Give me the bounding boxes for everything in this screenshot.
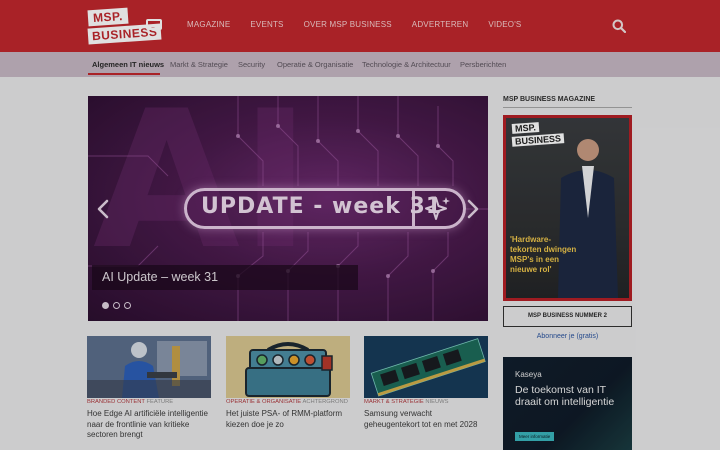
magazine-logo-line-1: MSP.: [511, 122, 540, 134]
slider-dot-3[interactable]: [124, 302, 131, 309]
sidebar-divider: [503, 107, 632, 108]
article-category[interactable]: OPERATIE & ORGANISATIE: [226, 399, 301, 405]
article-image-3[interactable]: [364, 336, 488, 398]
subnav-security[interactable]: Security: [238, 60, 265, 69]
slider-dot-2[interactable]: [113, 302, 120, 309]
subscribe-link[interactable]: Abonneer je (gratis): [503, 333, 632, 340]
magazine-issue-button[interactable]: MSP BUSINESS NUMMER 2: [503, 306, 632, 327]
subnav-persberichten[interactable]: Persberichten: [460, 60, 506, 69]
article-title-1[interactable]: Hoe Edge AI artificiële intelligentie na…: [87, 409, 211, 441]
hero-image-text: UPDATE - week 31: [201, 194, 443, 219]
subnav-operatie-organisatie[interactable]: Operatie & Organisatie: [277, 60, 353, 69]
nav-over-msp-business[interactable]: OVER MSP BUSINESS: [304, 20, 392, 29]
ad-brand: Kaseya: [515, 370, 542, 379]
nav-events[interactable]: EVENTS: [250, 20, 283, 29]
main-nav: MAGAZINE EVENTS OVER MSP BUSINESS ADVERT…: [187, 20, 541, 29]
logo-line-1: MSP.: [87, 7, 129, 27]
slider-dot-1[interactable]: [102, 302, 109, 309]
article-title-2[interactable]: Het juiste PSA- of RMM-platform kiezen d…: [226, 409, 350, 430]
article-title-3[interactable]: Samsung verwacht geheugentekort tot en m…: [364, 409, 488, 430]
magazine-headline: 'Hardware-tekorten dwingen MSP's in een …: [510, 235, 577, 274]
hero-caption[interactable]: AI Update – week 31: [92, 265, 358, 290]
hero-caption-text: AI Update – week 31: [102, 270, 219, 284]
article-type: FEATURE: [146, 399, 174, 405]
article-category[interactable]: BRANDED CONTENT: [87, 399, 145, 405]
slider-next-arrow-icon[interactable]: [466, 199, 480, 219]
article-image-2[interactable]: [226, 336, 350, 398]
worker-photo-illustration: [87, 336, 211, 398]
site-header: MSP. BUSINESS MAGAZINE EVENTS OVER MSP B…: [0, 0, 720, 52]
article-category[interactable]: MARKT & STRATEGIE: [364, 399, 424, 405]
kaseya-ad-banner[interactable]: Kaseya De toekomst van IT draait om inte…: [503, 357, 632, 450]
article-type: NIEUWS: [425, 399, 449, 405]
magazine-issue-label: MSP BUSINESS NUMMER 2: [528, 313, 607, 319]
article-tag-3: MARKT & STRATEGIE NIEUWS: [364, 399, 449, 405]
nav-magazine[interactable]: MAGAZINE: [187, 20, 230, 29]
subnav-algemeen-it-nieuws[interactable]: Algemeen IT nieuws: [92, 60, 164, 69]
chat-bubble-icon: [146, 19, 162, 30]
nav-adverteren[interactable]: ADVERTEREN: [412, 20, 469, 29]
article-type: ACHTERGROND: [302, 399, 348, 405]
memory-chip-illustration: [364, 336, 488, 398]
subnav-technologie-architectuur[interactable]: Technologie & Architectuur: [362, 60, 451, 69]
article-tag-1: BRANDED CONTENT FEATURE: [87, 399, 173, 405]
article-image-1[interactable]: [87, 336, 211, 398]
subnav-markt-strategie[interactable]: Markt & Strategie: [170, 60, 228, 69]
sparkle-icon: [425, 197, 450, 220]
nav-videos[interactable]: VIDEO'S: [488, 20, 521, 29]
ad-headline: De toekomst van IT draait om intelligent…: [515, 384, 615, 408]
sidebar-title: MSP BUSINESS MAGAZINE: [503, 96, 596, 103]
active-tab-indicator: [88, 73, 160, 75]
slider-prev-arrow-icon[interactable]: [96, 199, 110, 219]
ad-cta-button[interactable]: Meer informatie: [515, 432, 555, 441]
toolbox-illustration: [226, 336, 350, 398]
article-tag-2: OPERATIE & ORGANISATIE ACHTERGROND: [226, 399, 348, 405]
search-icon[interactable]: [612, 19, 626, 33]
magazine-cover[interactable]: MSP. BUSINESS 'Hardware-tekorten dwingen…: [503, 115, 632, 301]
site-logo[interactable]: MSP. BUSINESS: [87, 7, 164, 45]
